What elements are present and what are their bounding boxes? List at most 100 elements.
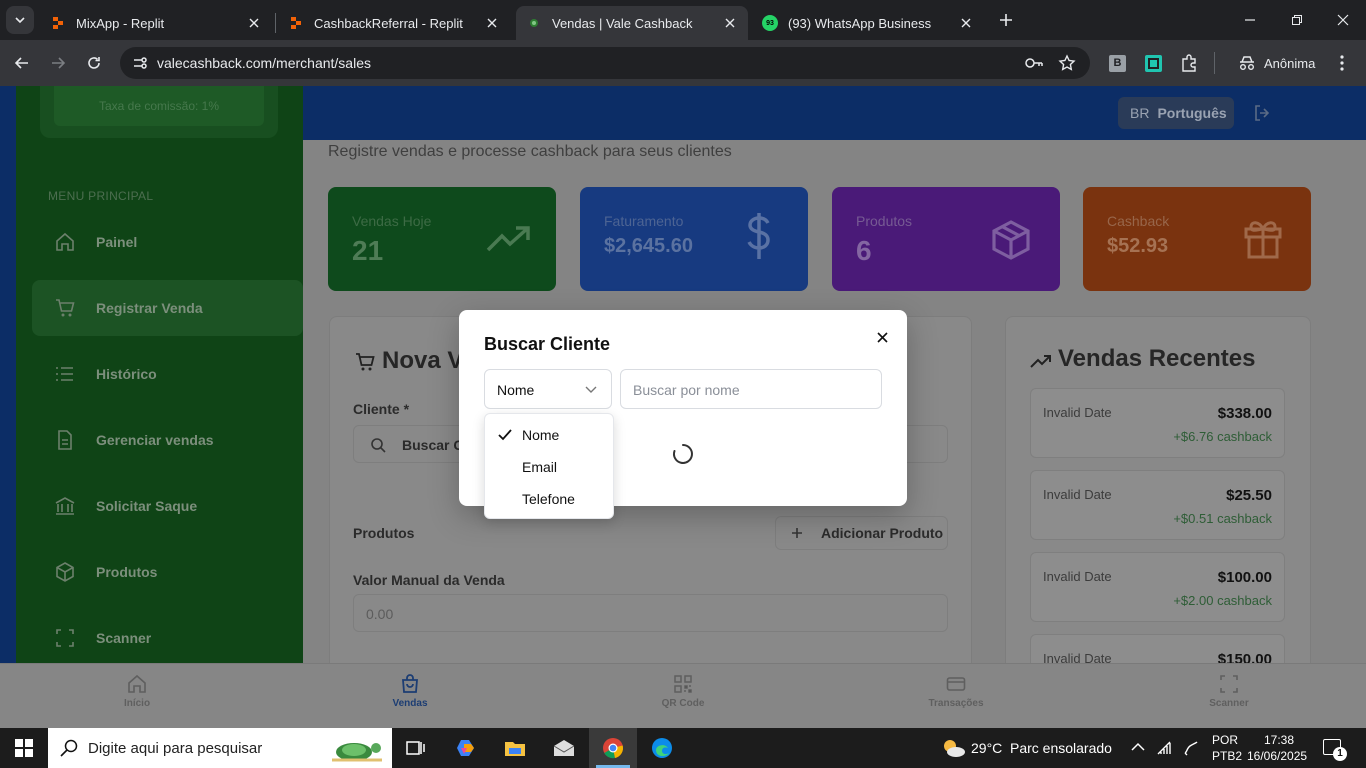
start-button[interactable] [0,728,48,768]
search-icon [60,739,78,757]
option-nome[interactable]: Nome [485,419,615,451]
sidebar-item-gerenciar-vendas[interactable]: Gerenciar vendas [32,412,303,468]
sidebar-item-historico[interactable]: Histórico [32,346,303,402]
chevron-up-icon[interactable] [1131,742,1145,752]
forward-button[interactable] [44,49,72,77]
close-icon[interactable] [484,15,500,31]
sale-cashback: +$0.51 cashback [1173,511,1272,526]
turtle-illustration-icon [332,743,382,762]
extension-teal-icon[interactable] [1145,55,1162,72]
extension-b-icon[interactable]: B [1109,55,1126,72]
header-bar: BR Português [303,86,1366,140]
input-language[interactable]: POR [1212,733,1238,747]
new-tab-button[interactable] [992,6,1020,34]
bottom-nav-inicio[interactable]: Início [77,674,197,709]
sidebar-item-label: Scanner [96,630,152,646]
clock-time[interactable]: 17:38 [1264,733,1294,747]
modal-close-button[interactable] [871,326,893,348]
option-email[interactable]: Email [485,451,615,483]
bottom-nav-qr-code[interactable]: QR Code [623,674,743,709]
close-window-button[interactable] [1329,6,1357,34]
star-icon[interactable] [1058,54,1076,72]
manual-value-input[interactable]: 0.00 [353,594,948,632]
sidebar-item-registrar-venda[interactable]: Registrar Venda [32,280,303,336]
taskbar-search-box[interactable]: Digite aqui para pesquisar [48,728,392,768]
file-explorer-button[interactable] [491,728,539,768]
client-search-input[interactable]: Buscar por nome [620,369,882,409]
recent-sale-item[interactable]: Invalid Date $100.00 +$2.00 cashback [1030,552,1285,622]
sidebar-item-label: Painel [96,234,138,250]
stat-label: Faturamento [604,213,684,229]
manual-value-label: Valor Manual da Venda [353,572,505,588]
copilot-button[interactable] [442,728,490,768]
scan-icon [1220,675,1238,693]
task-view-icon [406,741,425,755]
close-icon[interactable] [722,15,738,31]
windows-taskbar: Digite aqui para pesquisar 29°C Parc ens… [0,728,1366,768]
browser-menu-button[interactable] [1334,54,1350,72]
recent-sale-item[interactable]: Invalid Date $338.00 +$6.76 cashback [1030,388,1285,458]
sidebar-item-label: Gerenciar vendas [96,432,214,448]
task-view-button[interactable] [392,728,440,768]
add-product-button[interactable]: Adicionar Produto [775,516,948,550]
search-type-select[interactable]: Nome [484,369,612,409]
pen-icon[interactable] [1182,740,1200,756]
edge-icon [652,738,672,758]
network-icon[interactable] [1156,740,1172,756]
chrome-button[interactable] [589,728,637,768]
toolbar-divider [1214,52,1215,74]
sidebar-item-label: Solicitar Saque [96,498,198,514]
sidebar-item-painel[interactable]: Painel [32,214,303,270]
plus-icon [792,528,802,538]
tab-whatsapp[interactable]: 93 (93) WhatsApp Business [752,6,984,40]
tab-mixapp[interactable]: MixApp - Replit [40,6,272,40]
home-icon [56,232,74,251]
sale-cashback: +$6.76 cashback [1173,429,1272,444]
sidebar-item-scanner[interactable]: Scanner [32,610,303,666]
arrow-right-icon [52,57,66,69]
incognito-profile-button[interactable]: Anônima [1228,48,1324,78]
close-icon[interactable] [246,15,262,31]
recent-sales-title: Vendas Recentes [1058,345,1256,372]
recent-sale-item[interactable]: Invalid Date $25.50 +$0.51 cashback [1030,470,1285,540]
clock-date[interactable]: 16/06/2025 [1247,749,1307,763]
chevron-down-icon [15,17,25,24]
sidebar-item-produtos[interactable]: Produtos [32,544,303,600]
search-type-value: Nome [497,382,535,398]
bottom-nav-label: QR Code [661,698,705,709]
restore-button[interactable] [1283,6,1311,34]
cart-icon [56,299,75,317]
minimize-icon [1245,19,1255,21]
tab-title: MixApp - Replit [76,15,165,31]
bottom-nav-label: Vendas [392,698,428,709]
close-icon [1337,14,1349,26]
sidebar-item-label: Histórico [96,366,157,382]
tab-separator [275,13,276,33]
language-flag: BR [1130,105,1150,121]
minimize-button[interactable] [1236,6,1264,34]
tab-cashbackreferral[interactable]: CashbackReferral - Replit [278,6,510,40]
key-icon[interactable] [1024,55,1044,71]
site-info-icon[interactable] [132,55,148,71]
close-icon[interactable] [958,15,974,31]
tab-vendas[interactable]: Vendas | Vale Cashback [516,6,748,40]
bottom-nav-transacoes[interactable]: Transações [896,674,1016,709]
reload-button[interactable] [80,49,108,77]
address-bar[interactable]: valecashback.com/merchant/sales [120,47,1090,79]
keyboard-layout[interactable]: PTB2 [1212,749,1242,763]
sidebar-item-solicitar-saque[interactable]: Solicitar Saque [32,478,303,534]
bottom-nav-scanner[interactable]: Scanner [1169,674,1289,709]
option-label: Nome [522,427,560,443]
option-telefone[interactable]: Telefone [485,483,615,515]
stat-value: $52.93 [1107,235,1169,257]
edge-button[interactable] [638,728,686,768]
back-button[interactable] [8,49,36,77]
weather-partly-sunny-icon [944,740,965,757]
mail-button[interactable] [540,728,588,768]
tab-title: Vendas | Vale Cashback [552,15,693,31]
extensions-puzzle-icon[interactable] [1180,54,1198,72]
tab-search-button[interactable] [6,6,34,34]
language-selector[interactable]: BR Português [1118,97,1234,129]
bottom-nav-vendas[interactable]: Vendas [350,674,470,709]
logout-button[interactable] [1253,104,1271,122]
